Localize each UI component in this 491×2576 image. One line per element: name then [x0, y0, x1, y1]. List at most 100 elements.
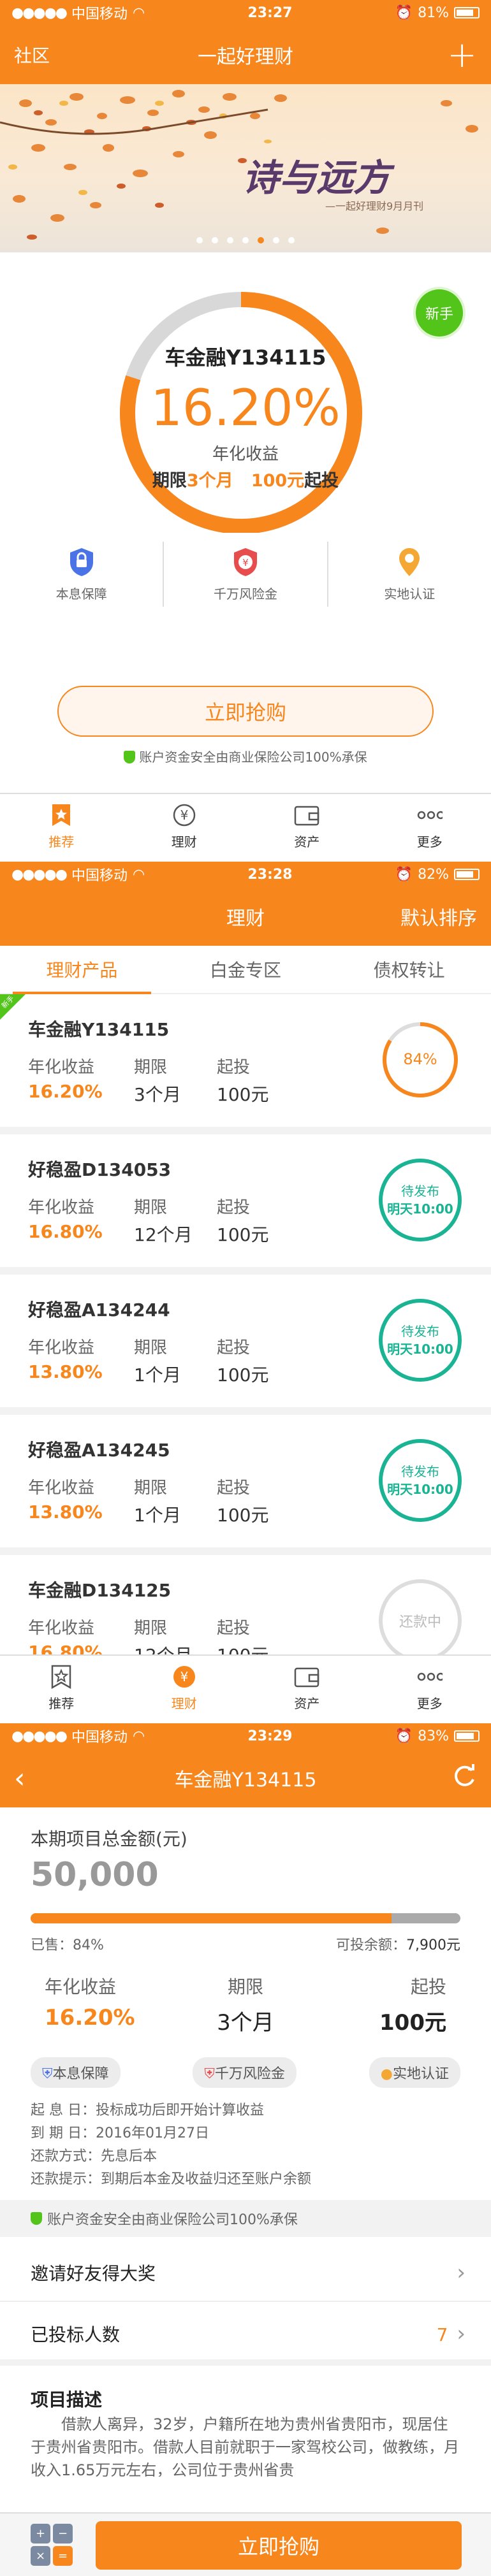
status-bar: ●●●●● 中国移动 ◠ 23:28 ⏰ 82% [0, 862, 491, 887]
feature-label: 实地认证 [384, 586, 436, 602]
tab-label: 更多 [416, 834, 443, 850]
page-title: 一起好理财 [198, 46, 293, 68]
seg-transfer[interactable]: 债权转让 [327, 946, 491, 993]
list-item[interactable]: 车金融D134125 年化收益 期限 起投 16.80% 12个月 100元 还… [0, 1555, 491, 1656]
carrier: 中国移动 [71, 6, 128, 22]
item-name: 好稳盈A134245 [28, 1440, 170, 1461]
refresh-icon[interactable] [451, 1763, 477, 1793]
tab-assets[interactable]: 资产 [246, 794, 369, 857]
info-row: 起 息 日：投标成功后即开始计算收益 [31, 2099, 311, 2122]
svg-text:¥: ¥ [180, 1669, 188, 1684]
seg-platinum[interactable]: 白金专区 [164, 946, 328, 993]
info-key: 还款方式： [31, 2148, 101, 2164]
item-rate: 13.80% [28, 1361, 103, 1382]
banner-subtitle: —一起好理财9月月刊 [325, 200, 424, 212]
tab-finance[interactable]: ¥ 理财 [123, 1656, 246, 1718]
calculator-icon[interactable]: + − × = [31, 2524, 73, 2566]
chip-verify: ●实地认证 [369, 2057, 460, 2088]
list-item[interactable]: 好稳盈A134244 年化收益 期限 起投 13.80% 1个月 100元 待发… [0, 1275, 491, 1407]
item-name: 好稳盈A134244 [28, 1299, 170, 1321]
feature-chips: ⛨本息保障 ⛨千万风险金 ●实地认证 [31, 2057, 460, 2088]
clock: 23:29 [247, 1728, 293, 1744]
alarm-icon: ⏰ [395, 866, 413, 883]
tab-label: 推荐 [48, 1695, 75, 1711]
wallet-icon [294, 802, 319, 828]
battery-percent: 81% [418, 4, 449, 21]
chevron-right-icon: › [457, 2321, 465, 2347]
battery-icon [453, 1730, 480, 1742]
add-icon[interactable]: + [447, 34, 477, 76]
insurance-note: 账户资金安全由商业保险公司100%承保 [0, 2200, 491, 2237]
featured-product[interactable]: 新手 车金融Y134115 16.20% 年化收益 期限3个月 100元起投 [0, 252, 491, 533]
signal-icon: ●●●●● [11, 4, 68, 21]
yen-coin-icon: ¥ [172, 1664, 197, 1690]
nav-bar: 理财 默认排序 [0, 887, 491, 946]
term-header: 期限 [134, 1338, 168, 1357]
wallet-icon [294, 1664, 319, 1690]
banner-title: 诗与远方 [242, 156, 391, 199]
tab-more[interactable]: 更多 [369, 794, 491, 857]
battery-icon [453, 7, 480, 18]
tab-label: 理财 [171, 834, 197, 850]
sort-button[interactable]: 默认排序 [400, 902, 477, 930]
remaining-label: 可投余额： [336, 1937, 407, 1953]
product-list-screen: ●●●●● 中国移动 ◠ 23:28 ⏰ 82% 理财 默认排序 理财产品 白金专区 … [0, 862, 491, 1718]
chip-risk-fund: ⛨千万风险金 [193, 2057, 297, 2088]
min-label: 起投 [410, 1976, 446, 1997]
alarm-icon: ⏰ [395, 1728, 413, 1744]
buy-now-button[interactable]: 立即抢购 [57, 686, 434, 737]
tab-more[interactable]: 更多 [369, 1656, 491, 1718]
key-figures: 年化收益 16.20% 期限 3个月 起投 100元 [0, 1973, 491, 2043]
item-min: 100元 [217, 1645, 269, 1656]
item-min: 100元 [217, 1224, 269, 1245]
tab-assets[interactable]: 资产 [246, 1656, 369, 1718]
info-value: 投标成功后即开始计算收益 [96, 2102, 265, 2118]
item-name: 好稳盈D134053 [28, 1159, 172, 1180]
rate-label: 年化收益 [212, 445, 279, 464]
rate-header: 年化收益 [28, 1338, 95, 1357]
svg-text:¥: ¥ [180, 807, 188, 823]
term-header: 期限 [134, 1479, 168, 1498]
buy-now-button[interactable]: 立即抢购 [96, 2521, 462, 2570]
page-title: 理财 [226, 908, 265, 930]
carrier: 中国移动 [71, 1730, 128, 1746]
min-value: 100元 [379, 2010, 446, 2036]
min-header: 起投 [217, 1338, 251, 1357]
item-name: 车金融D134125 [28, 1580, 172, 1601]
item-rate: 16.80% [28, 1221, 103, 1242]
invite-row[interactable]: 邀请好友得大奖 › [0, 2245, 491, 2302]
pending-ring: 待发布 明天10:00 [379, 1159, 462, 1241]
yen-coin-icon: ¥ [172, 802, 197, 828]
seg-products[interactable]: 理财产品 [0, 946, 164, 994]
info-value: 2016年01月27日 [96, 2125, 209, 2141]
signal-icon: ●●●●● [11, 866, 68, 883]
list-item[interactable]: 好稳盈D134053 年化收益 期限 起投 16.80% 12个月 100元 待… [0, 1134, 491, 1267]
list-item[interactable]: 好稳盈A134245 年化收益 期限 起投 13.80% 1个月 100元 待发… [0, 1415, 491, 1547]
insurance-text: 账户资金安全由商业保险公司100%承保 [139, 749, 367, 765]
tab-recommend[interactable]: 推荐 [0, 1656, 123, 1718]
info-value: 到期后本金及收益归还至账户余额 [101, 2171, 312, 2187]
chevron-right-icon: › [457, 2260, 465, 2285]
shield-icon [70, 547, 93, 576]
item-min: 100元 [217, 1084, 269, 1105]
tab-recommend[interactable]: 推荐 [0, 794, 123, 857]
bottom-bar: + − × = 立即抢购 [0, 2512, 491, 2576]
tab-finance[interactable]: ¥ 理财 [123, 794, 246, 857]
back-icon[interactable]: ‹ [14, 1762, 26, 1795]
item-progress: 84% [403, 1050, 437, 1068]
product-list: 新手 车金融Y134115 年化收益 期限 起投 16.20% 3个月 100元… [0, 994, 491, 1656]
community-link[interactable]: 社区 [14, 42, 50, 68]
chip-label: 千万风险金 [214, 2066, 285, 2082]
investors-row[interactable]: 已投标人数 7 › [0, 2308, 491, 2366]
info-row: 到 期 日：2016年01月27日 [31, 2122, 311, 2145]
list-item[interactable]: 新手 车金融Y134115 年化收益 期限 起投 16.20% 3个月 100元… [0, 994, 491, 1127]
battery-percent: 83% [418, 1728, 449, 1744]
yen-shield-icon: ¥ [233, 547, 257, 576]
seg-label: 理财产品 [46, 960, 118, 981]
banner[interactable]: 诗与远方 —一起好理财9月月刊 [0, 84, 491, 252]
status-bar: ●●●●● 中国移动 ◠ 23:29 ⏰ 83% [0, 1723, 491, 1749]
feature-principal: 本息保障 [0, 542, 165, 607]
new-user-badge: 新手 [416, 289, 463, 336]
segment-tabs: 理财产品 白金专区 债权转让 [0, 946, 491, 994]
total-label: 本期项目总金额(元) [31, 1828, 187, 1849]
